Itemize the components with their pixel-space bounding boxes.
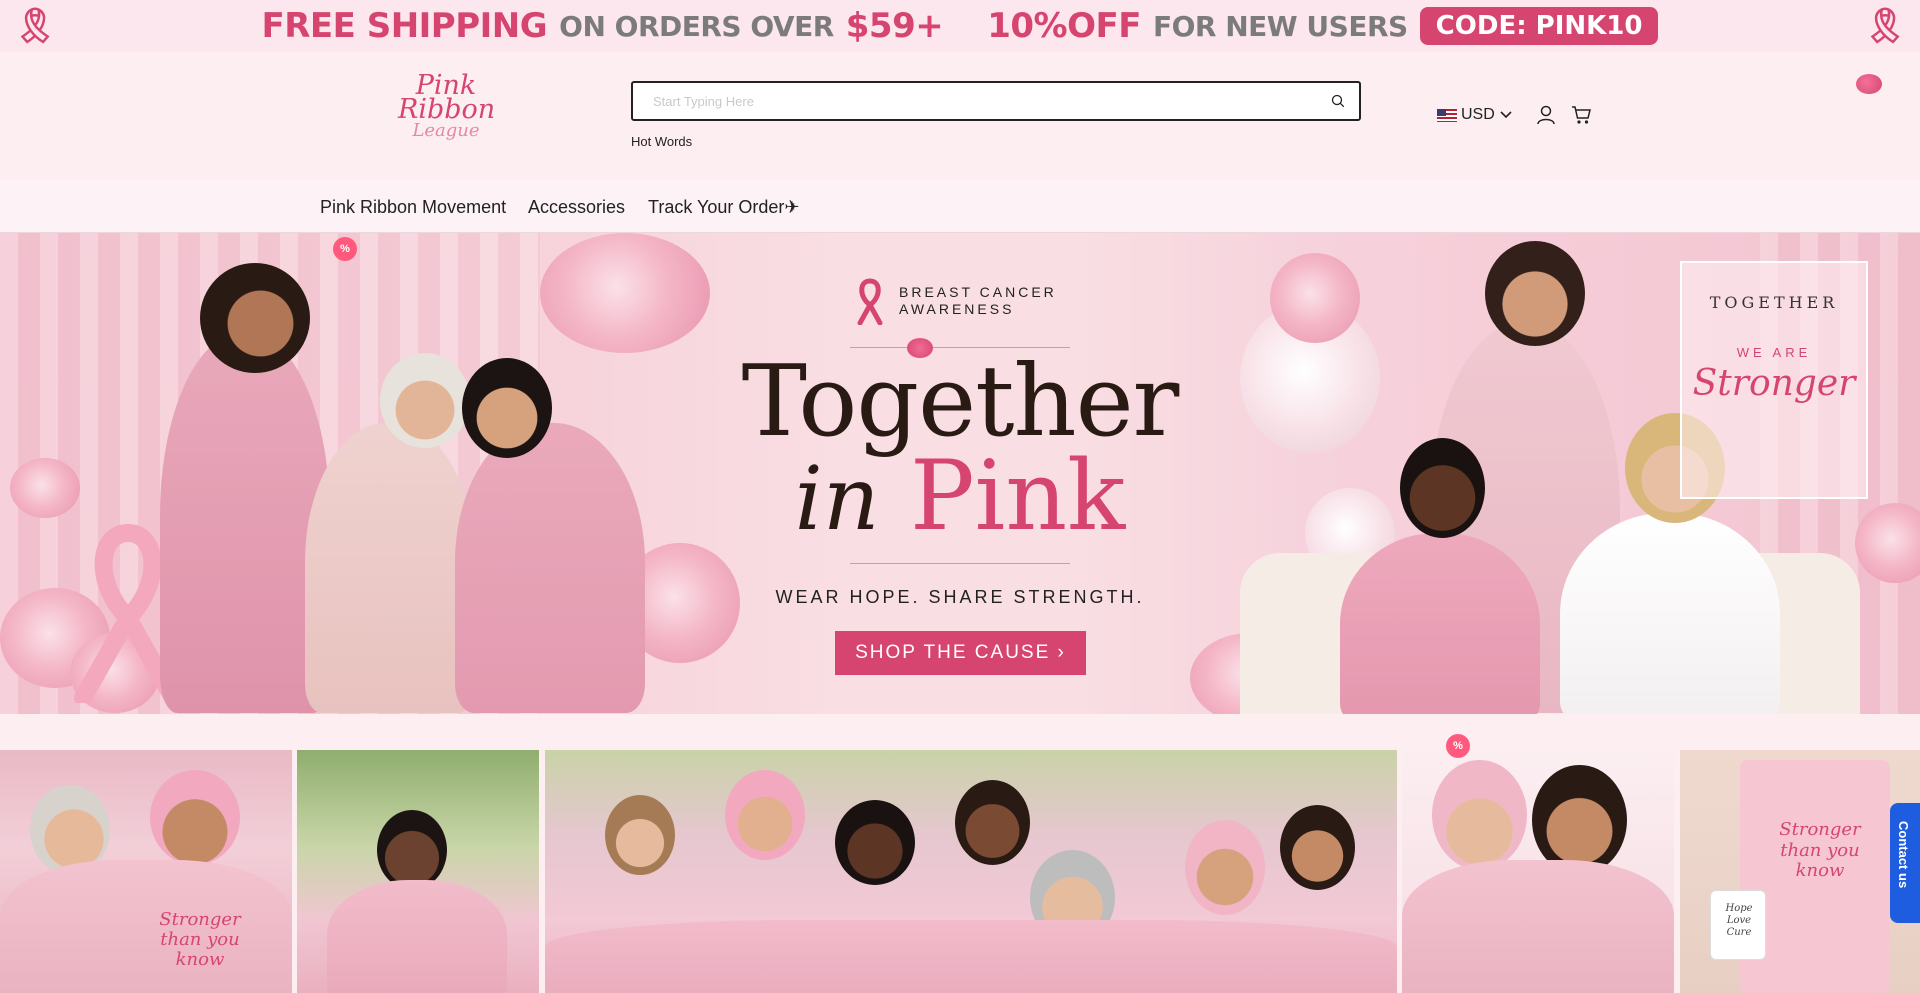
person-illustration <box>455 423 645 713</box>
person-head <box>200 263 310 373</box>
photo-gallery: Stronger than you know % Stronger than y… <box>0 734 1920 993</box>
promo-free-shipping: FREE SHIPPING <box>261 6 548 46</box>
discount-badge-icon: % <box>1446 734 1470 758</box>
person-head <box>1485 241 1585 346</box>
flower-decoration <box>10 458 80 518</box>
ribbon-decoration-icon: 🎗 <box>1863 6 1907 46</box>
promo-orders-over: ON ORDERS OVER <box>559 9 834 43</box>
hero-title-pink: Pink <box>910 440 1126 552</box>
person-head <box>380 353 470 448</box>
nav-item-accessories[interactable]: Accessories <box>528 197 625 218</box>
hero-content: BREAST CANCER AWARENESS Together in Pink… <box>740 233 1180 714</box>
gallery-photo-2[interactable] <box>297 750 539 993</box>
nav-item-track-order[interactable]: Track Your Order✈ <box>648 197 799 218</box>
rose-decoration-icon <box>1856 74 1882 94</box>
search-input[interactable] <box>653 90 1303 112</box>
gallery-photo-1[interactable]: Stronger than you know <box>0 750 292 993</box>
promo-banner[interactable]: 🎗 FREE SHIPPING ON ORDERS OVER $59+ 10%O… <box>0 0 1920 52</box>
hero-banner[interactable]: % BREAST CANCER AWARENESS Together in Pi… <box>0 233 1920 714</box>
awareness-lockup: BREAST CANCER AWARENESS <box>855 277 1057 325</box>
stronger-frame: TOGETHER WE ARE Stronger <box>1680 261 1868 499</box>
logo-line-3: League <box>412 119 480 141</box>
person-illustration <box>1340 533 1540 714</box>
frame-text-together: TOGETHER <box>1709 293 1839 312</box>
hot-words-link[interactable]: Hot Words <box>631 134 692 149</box>
promo-code-badge: CODE: PINK10 <box>1419 7 1659 45</box>
hero-title-in-pink: in Pink <box>740 448 1180 544</box>
frame-text-stronger: Stronger <box>1692 363 1856 404</box>
logo-line-2: Ribbon <box>398 94 496 126</box>
main-navigation: Pink Ribbon Movement Accessories Track Y… <box>0 180 1920 233</box>
user-account-icon[interactable] <box>1535 104 1557 126</box>
promo-threshold: $59+ <box>845 6 944 46</box>
gallery-photo-4[interactable] <box>1402 750 1674 993</box>
hero-title-together: Together <box>741 345 1180 459</box>
nav-item-pink-ribbon-movement[interactable]: Pink Ribbon Movement <box>320 197 506 218</box>
person-illustration <box>1560 513 1780 714</box>
contact-us-label: Contact us <box>1896 821 1911 889</box>
flower-decoration <box>1270 253 1360 343</box>
mug-print-text: Hope Love Cure <box>1725 903 1753 938</box>
shop-the-cause-button[interactable]: SHOP THE CAUSE › <box>835 631 1086 675</box>
promo-discount: 10%OFF <box>987 6 1141 46</box>
promo-new-users: FOR NEW USERS <box>1152 9 1408 43</box>
contact-us-tab[interactable]: Contact us <box>1890 803 1920 923</box>
hero-title-in: in <box>794 447 880 550</box>
sweater-print-text: Stronger than you know <box>1779 819 1861 882</box>
divider-line <box>850 563 1070 564</box>
person-head <box>462 358 552 458</box>
cart-icon[interactable] <box>1570 104 1592 126</box>
awareness-line-2: AWARENESS <box>899 301 1015 317</box>
flower-decoration <box>540 233 710 353</box>
search-icon[interactable] <box>1331 94 1345 108</box>
site-header: Pink Ribbon League Hot Words USD <box>0 52 1920 180</box>
discount-badge-icon: % <box>333 237 357 261</box>
frame-text-we-are: WE ARE <box>1736 345 1812 360</box>
ribbon-decoration-icon: 🎗 <box>13 6 57 46</box>
gallery-photo-5[interactable]: Stronger than you know Hope Love Cure <box>1680 750 1920 993</box>
sweater-print-text: Stronger than you know <box>159 909 241 970</box>
chevron-down-icon <box>1500 111 1512 119</box>
search-box <box>631 81 1361 121</box>
currency-label: USD <box>1461 106 1495 123</box>
person-illustration <box>305 423 475 713</box>
pink-ribbon-icon <box>857 278 883 325</box>
currency-selector[interactable]: USD <box>1437 106 1513 124</box>
person-head <box>1400 438 1485 538</box>
site-logo[interactable]: Pink Ribbon League <box>398 72 496 160</box>
gallery-photo-3[interactable] <box>545 750 1397 993</box>
us-flag-icon <box>1437 108 1457 122</box>
mug-illustration: Hope Love Cure <box>1710 890 1766 960</box>
awareness-line-1: BREAST CANCER <box>899 284 1057 301</box>
hero-tagline: WEAR HOPE. SHARE STRENGTH. <box>775 587 1145 607</box>
